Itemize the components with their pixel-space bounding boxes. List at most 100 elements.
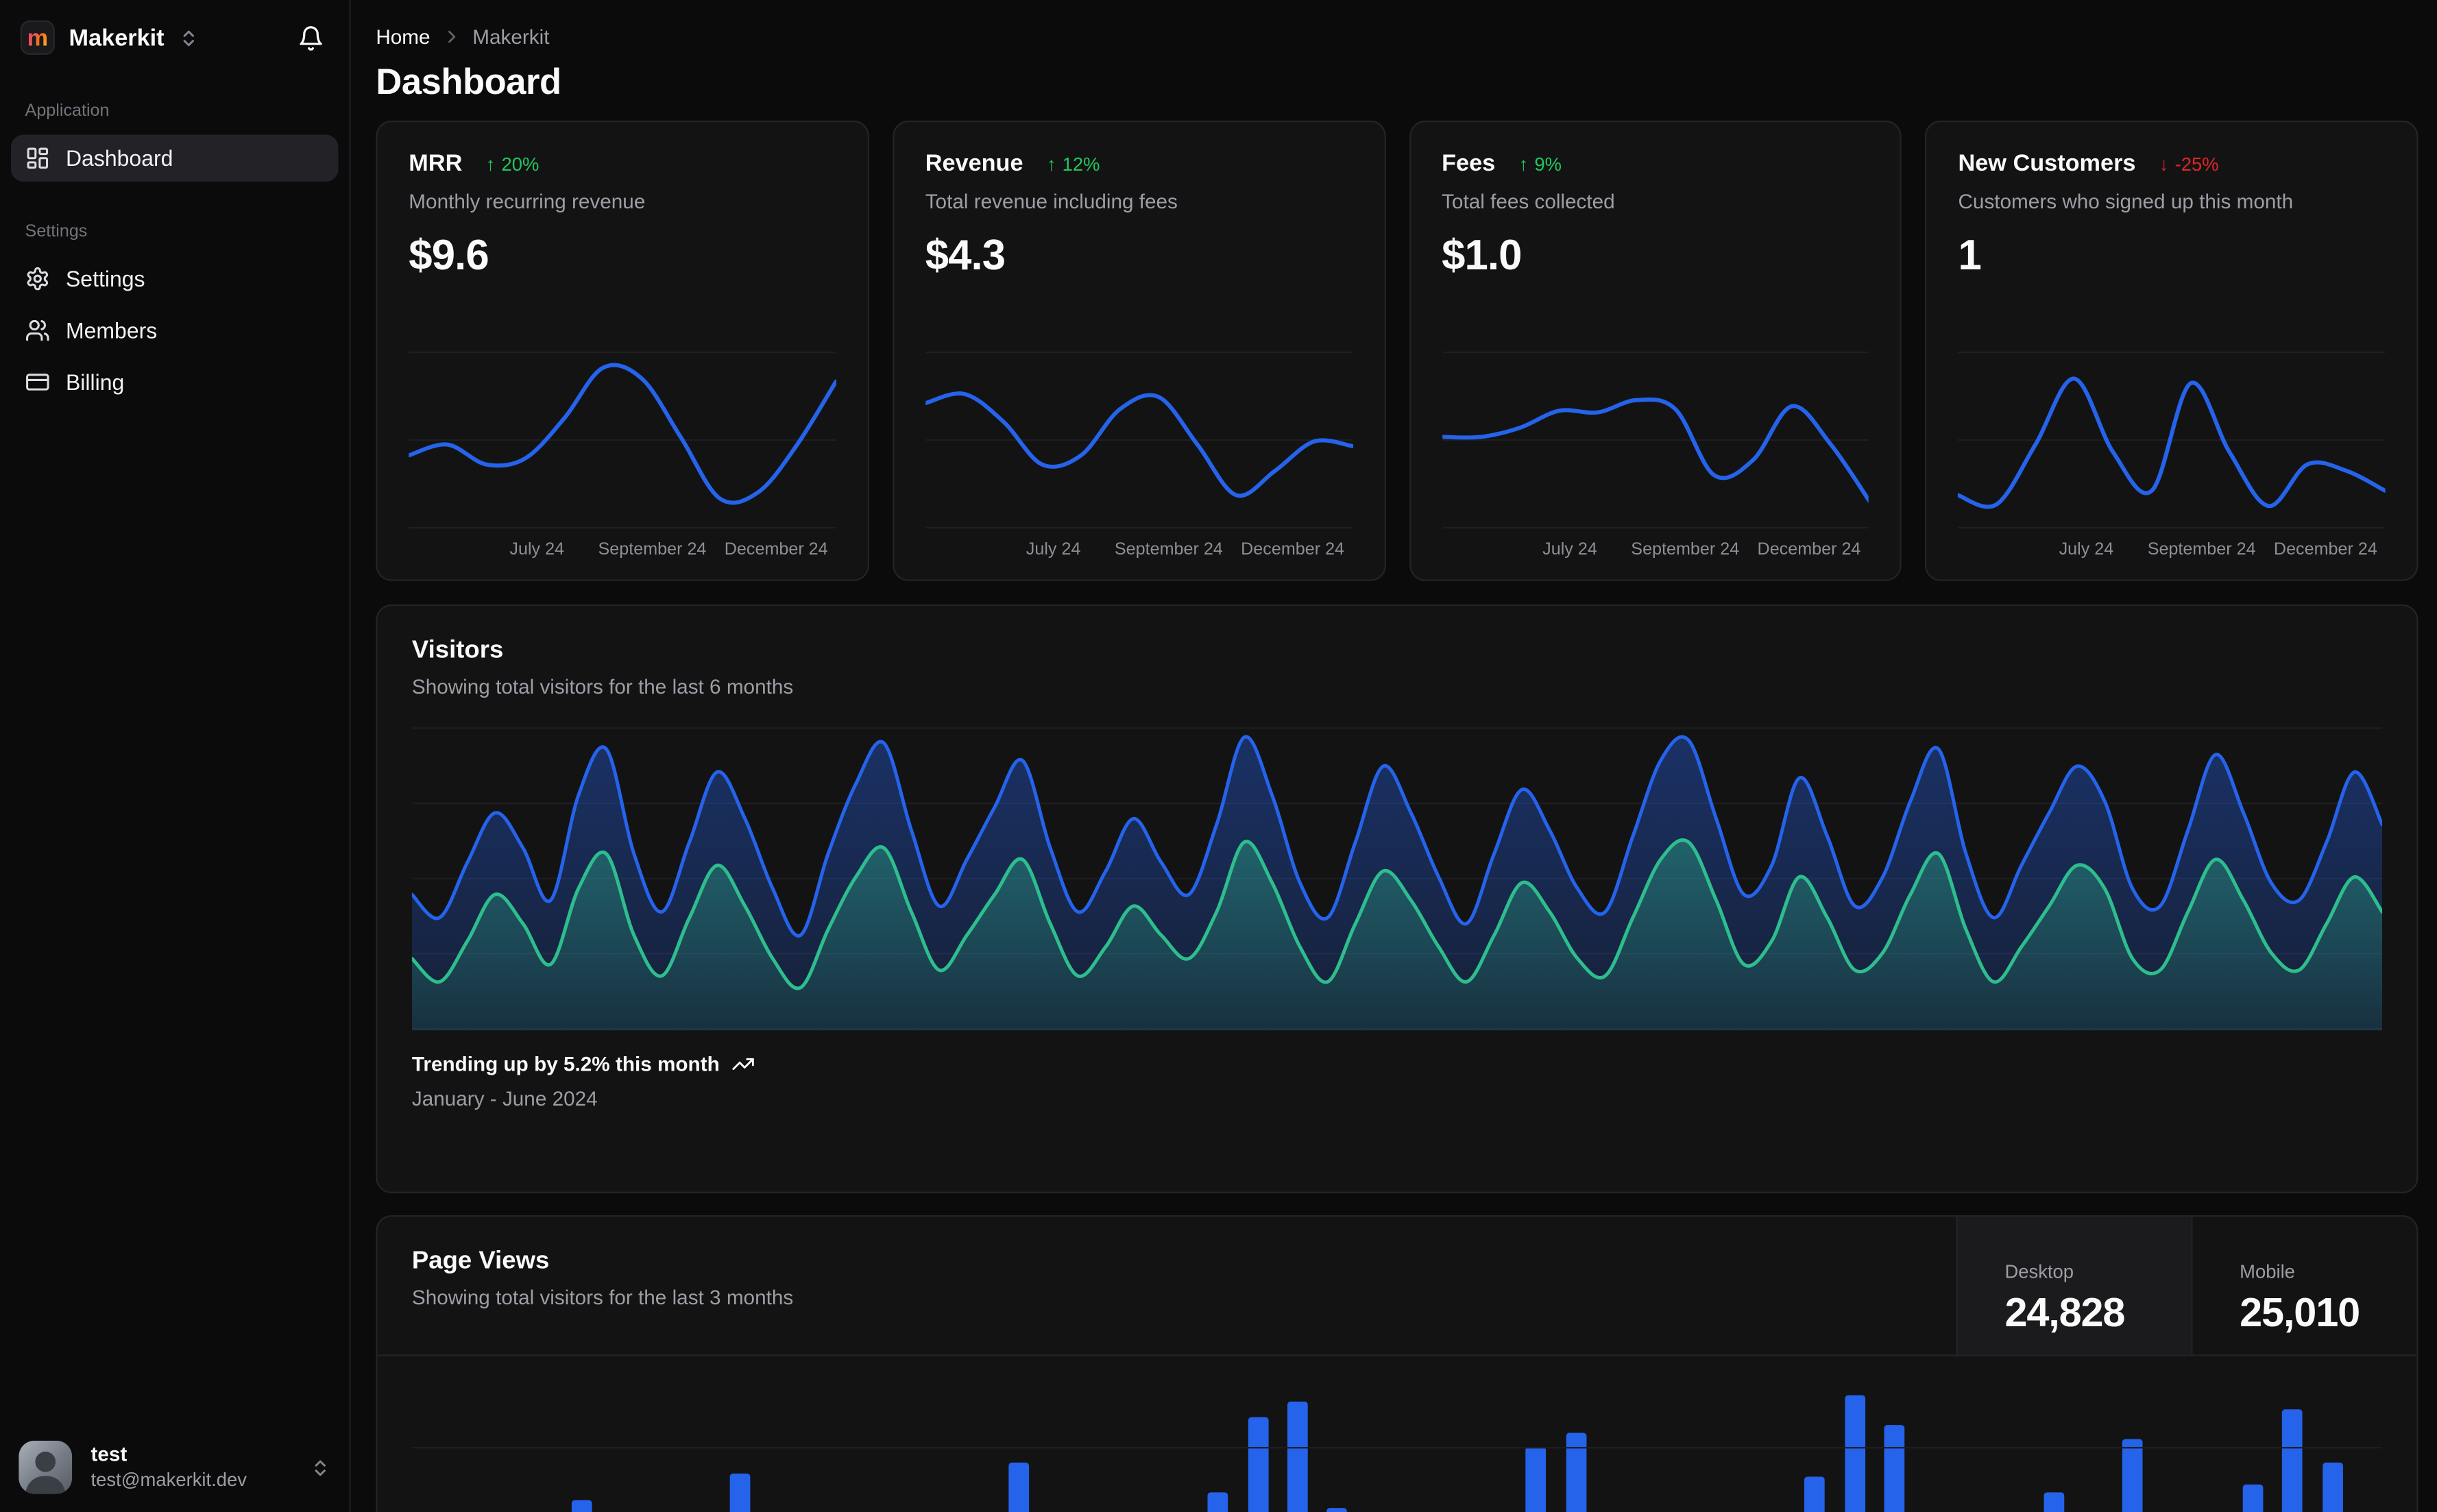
axis-tick: December 24	[724, 540, 828, 559]
visitors-subtitle: Showing total visitors for the last 6 mo…	[411, 674, 794, 698]
bar	[1287, 1402, 1308, 1512]
visitors-title: Visitors	[411, 637, 504, 664]
axis-tick: July 24	[2059, 540, 2114, 559]
sidebar-item-settings[interactable]: Settings	[11, 255, 339, 302]
sidebar-item-dashboard[interactable]: Dashboard	[10, 134, 339, 182]
stat-subtitle: Customers who signed up this month	[1958, 189, 2294, 213]
layout-dashboard-icon	[25, 145, 51, 171]
stat-title: New Customers	[1958, 150, 2136, 178]
section-label-settings: Settings	[25, 222, 88, 241]
sidebar-item-members[interactable]: Members	[11, 307, 339, 354]
sparkline-chart: July 24 September 24 December 24	[1442, 345, 1869, 561]
sidebar-item-label: Dashboard	[65, 145, 173, 171]
gridline	[411, 1447, 2383, 1449]
x-axis-labels: July 24 September 24 December 24	[1958, 537, 2385, 561]
bar	[2242, 1485, 2263, 1512]
breadcrumb-home-link[interactable]: Home	[376, 24, 430, 47]
bar	[1207, 1492, 1228, 1512]
axis-tick: September 24	[1631, 540, 1740, 559]
sidebar-footer: test test@makerkit.dev	[0, 1422, 349, 1512]
credit-card-icon	[25, 369, 51, 395]
stat-title: Revenue	[925, 150, 1023, 178]
new-customers-sparkline	[1958, 351, 2386, 529]
bar	[1008, 1462, 1030, 1512]
visitors-footer: Trending up by 5.2% this month January -…	[412, 1052, 2382, 1110]
stat-value: $1.0	[1442, 232, 1522, 279]
bar	[730, 1473, 751, 1512]
trend-value: 20%	[501, 152, 539, 175]
visitors-area-chart	[411, 727, 2383, 1031]
axis-tick: July 24	[1026, 540, 1081, 559]
bar	[1526, 1447, 1547, 1512]
page-views-card: Page Views Showing total visitors for th…	[376, 1215, 2418, 1512]
trend-value: 9%	[1534, 152, 1562, 175]
page-views-bar-chart	[411, 1380, 2383, 1512]
axis-tick: December 24	[1757, 540, 1861, 559]
axis-tick: September 24	[598, 540, 707, 559]
arrow-down-icon: ↓	[2159, 152, 2169, 175]
sparkline-chart: July 24 September 24 December 24	[1958, 345, 2386, 561]
bell-icon	[300, 25, 322, 50]
sidebar-nav: Application Dashboard Settings Settings …	[0, 102, 349, 411]
axis-tick: July 24	[1542, 540, 1597, 559]
trending-up-icon	[733, 1058, 755, 1071]
tab-mobile[interactable]: Mobile 25,010	[2191, 1217, 2416, 1355]
stat-cards-row: MRR ↑ 20% Monthly recurring revenue $9.6 …	[376, 120, 2418, 581]
bar	[1804, 1477, 1826, 1512]
user-name: test	[90, 1442, 128, 1467]
workspace-name: Makerkit	[69, 24, 165, 51]
stat-title: MRR	[409, 150, 463, 178]
trend-badge: ↑ 9%	[1519, 153, 1562, 175]
chevrons-up-down-icon	[183, 29, 194, 46]
bar	[1247, 1417, 1268, 1512]
axis-tick: September 24	[2147, 540, 2256, 559]
stat-subtitle: Total revenue including fees	[925, 189, 1178, 213]
trend-badge: ↑ 20%	[486, 153, 539, 175]
stat-title: Fees	[1442, 150, 1496, 178]
notifications-button[interactable]	[298, 24, 324, 51]
workspace-switcher[interactable]: m Makerkit	[20, 20, 199, 55]
trend-value: -25%	[2174, 152, 2219, 175]
page-title: Dashboard	[376, 61, 561, 102]
page-views-subtitle: Showing total visitors for the last 3 mo…	[411, 1285, 794, 1310]
bar	[571, 1500, 592, 1512]
visitors-footer-title: Trending up by 5.2% this month	[411, 1052, 720, 1076]
fees-sparkline	[1442, 351, 1869, 529]
sidebar-header: m Makerkit	[0, 0, 349, 55]
user-menu-button[interactable]: test test@makerkit.dev	[14, 1436, 335, 1498]
x-axis-labels: July 24 September 24 December 24	[925, 537, 1353, 561]
axis-tick: September 24	[1114, 540, 1223, 559]
sparkline-chart: July 24 September 24 December 24	[409, 345, 836, 561]
bar	[1884, 1424, 1905, 1512]
trend-badge: ↑ 12%	[1047, 153, 1100, 175]
gear-icon	[25, 266, 51, 291]
visitors-card: Visitors Showing total visitors for the …	[376, 604, 2418, 1193]
sparkline-chart: July 24 September 24 December 24	[925, 345, 1353, 561]
page-views-header: Page Views Showing total visitors for th…	[377, 1217, 2417, 1356]
stat-card-mrr: MRR ↑ 20% Monthly recurring revenue $9.6 …	[376, 120, 869, 581]
main-content: Home Makerkit Dashboard MRR ↑ 20% Monthly…	[351, 0, 2437, 1512]
axis-tick: December 24	[2273, 540, 2377, 559]
sidebar-item-billing[interactable]: Billing	[11, 358, 339, 406]
arrow-up-icon: ↑	[1046, 152, 1056, 175]
avatar	[19, 1440, 73, 1494]
x-axis-labels: July 24 September 24 December 24	[1442, 537, 1869, 561]
breadcrumb-current: Makerkit	[472, 24, 550, 48]
user-email: test@makerkit.dev	[90, 1468, 247, 1491]
mrr-sparkline	[409, 351, 836, 529]
sidebar-item-label: Settings	[65, 266, 145, 291]
axis-tick: December 24	[1241, 540, 1345, 559]
visitors-footer-subtitle: January - June 2024	[411, 1086, 598, 1110]
arrow-up-icon: ↑	[485, 152, 496, 175]
app-window: m Makerkit Application Dashboard Setting…	[0, 0, 2437, 1512]
sidebar-item-label: Billing	[65, 369, 125, 395]
tab-value: 24,828	[2004, 1288, 2125, 1335]
logo-letter: m	[27, 24, 49, 51]
sidebar: m Makerkit Application Dashboard Setting…	[0, 0, 351, 1512]
stat-card-new-customers: New Customers ↓ -25% Customers who signed…	[1925, 120, 2418, 581]
sidebar-item-label: Members	[65, 317, 158, 343]
stat-value: $9.6	[409, 232, 489, 279]
section-label-application: Application	[25, 101, 110, 121]
tab-label: Mobile	[2240, 1260, 2295, 1282]
tab-desktop[interactable]: Desktop 24,828	[1956, 1217, 2192, 1355]
